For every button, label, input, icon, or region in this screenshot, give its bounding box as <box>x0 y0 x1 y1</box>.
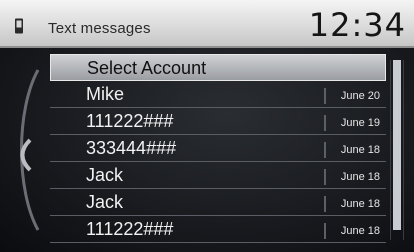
message-list: Select Account Mike June 20 111222### Ju… <box>50 54 386 243</box>
list-item[interactable]: 111222### June 18 <box>50 216 386 243</box>
list-item[interactable]: 333444### June 18 <box>50 135 386 162</box>
message-date: June 18 <box>324 196 380 212</box>
message-sender: Jack <box>86 165 124 185</box>
list-item[interactable]: Jack June 18 <box>50 162 386 189</box>
scrollbar[interactable] <box>390 60 404 240</box>
text-messages-screen: Text messages 12:34 Select Account Mike … <box>0 0 414 252</box>
message-sender: 333444### <box>86 138 177 158</box>
message-date: June 19 <box>324 115 380 131</box>
message-date: June 18 <box>324 169 380 185</box>
select-account-item[interactable]: Select Account <box>50 54 386 81</box>
message-sender: Jack <box>86 192 124 212</box>
list-item[interactable]: 111222### June 19 <box>50 108 386 135</box>
clock: 12:34 <box>308 6 406 44</box>
message-date: June 20 <box>324 88 380 104</box>
message-sender: 111222### <box>86 111 174 131</box>
header-bar: Text messages 12:34 <box>0 0 414 48</box>
list-item[interactable]: Mike June 20 <box>50 81 386 108</box>
message-sender: 111222### <box>86 219 174 239</box>
page-title: Text messages <box>48 20 151 37</box>
message-date: June 18 <box>324 142 380 158</box>
phone-icon <box>15 18 23 34</box>
selector-dial-icon <box>20 69 40 231</box>
message-date: June 18 <box>324 223 380 239</box>
select-account-label: Select Account <box>87 58 207 78</box>
message-sender: Mike <box>86 84 125 104</box>
scrollbar-thumb[interactable] <box>393 60 401 230</box>
list-item[interactable]: Jack June 18 <box>50 189 386 216</box>
